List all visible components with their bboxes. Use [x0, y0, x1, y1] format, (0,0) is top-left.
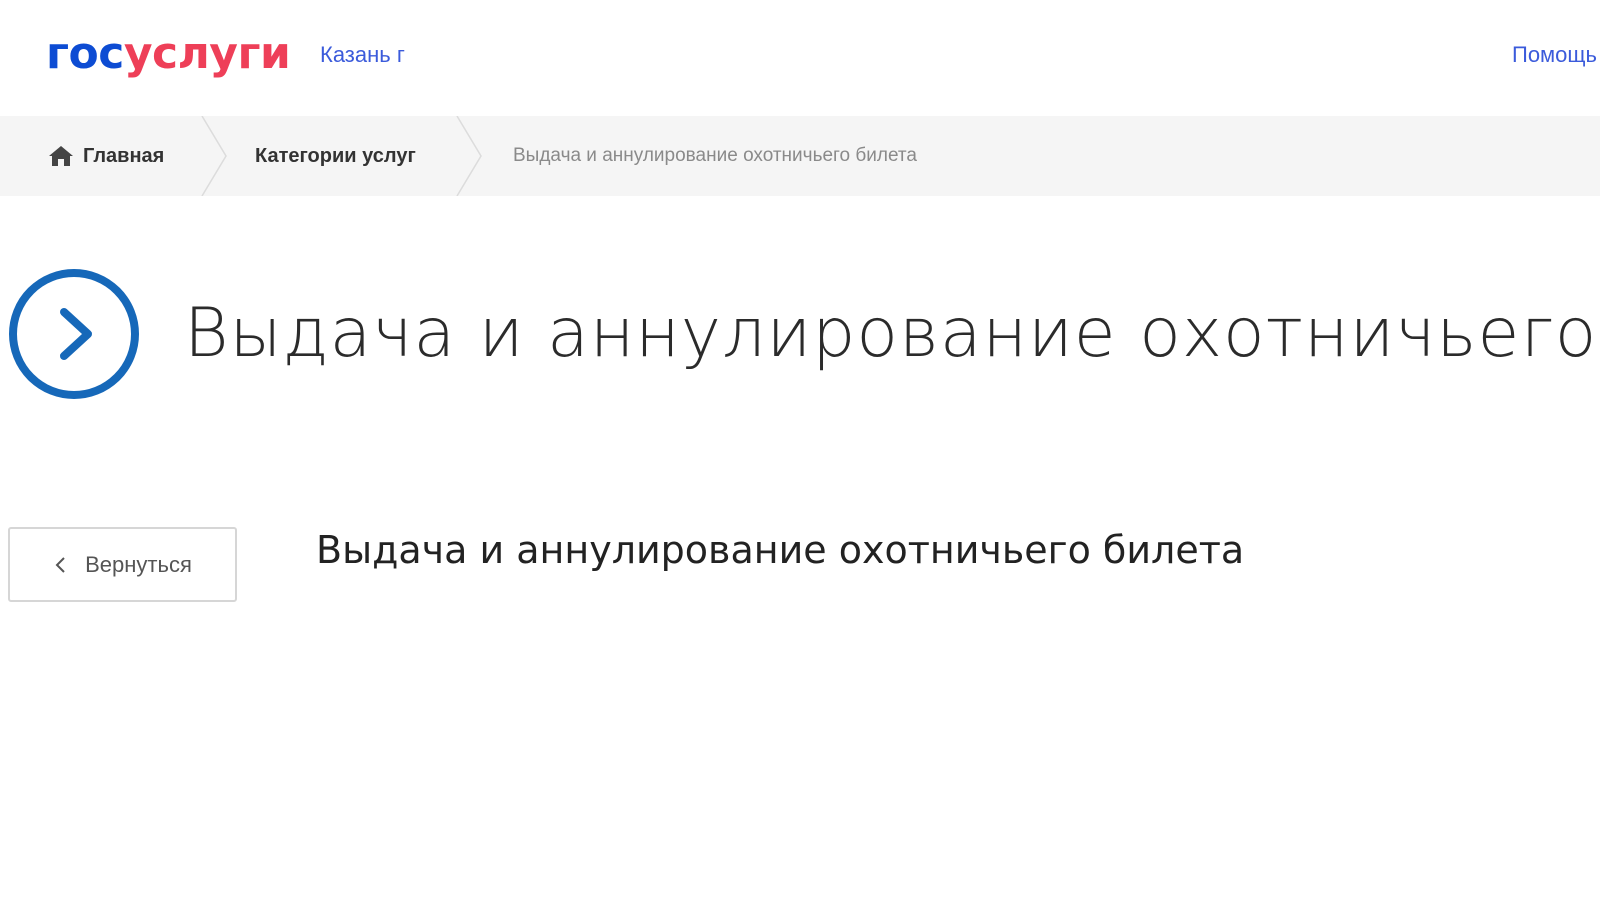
breadcrumb-home-label: Главная	[83, 144, 165, 167]
back-button-label: Вернуться	[85, 551, 192, 577]
breadcrumb-separator	[456, 116, 482, 196]
chevron-circle-right-icon	[9, 269, 139, 399]
site-header: госуслуги Казань г Помощь	[0, 0, 1600, 116]
page-title: Выдача и аннулирование охотничьего билет…	[184, 294, 1600, 373]
breadcrumb-separator	[201, 116, 227, 196]
logo-part-uslugi: услуги	[123, 28, 291, 79]
chevron-left-icon	[55, 556, 65, 573]
help-link[interactable]: Помощь	[1512, 42, 1597, 68]
gosuslugi-logo[interactable]: госуслуги	[46, 28, 291, 80]
service-heading: Выдача и аннулирование охотничьего билет…	[316, 528, 1245, 572]
page: госуслуги Казань г Помощь Главная Катего…	[0, 0, 1600, 900]
breadcrumb: Главная Категории услуг Выдача и аннулир…	[0, 116, 1600, 196]
breadcrumb-home[interactable]: Главная	[48, 116, 164, 196]
back-button[interactable]: Вернуться	[8, 527, 237, 602]
logo-part-gos: гос	[46, 28, 124, 79]
region-selector[interactable]: Казань г	[320, 42, 405, 68]
breadcrumb-categories[interactable]: Категории услуг	[255, 116, 416, 196]
home-icon	[49, 146, 73, 166]
breadcrumb-categories-label: Категории услуг	[255, 144, 416, 167]
breadcrumb-current-label: Выдача и аннулирование охотничьего билет…	[513, 145, 917, 166]
breadcrumb-current: Выдача и аннулирование охотничьего билет…	[513, 116, 917, 196]
